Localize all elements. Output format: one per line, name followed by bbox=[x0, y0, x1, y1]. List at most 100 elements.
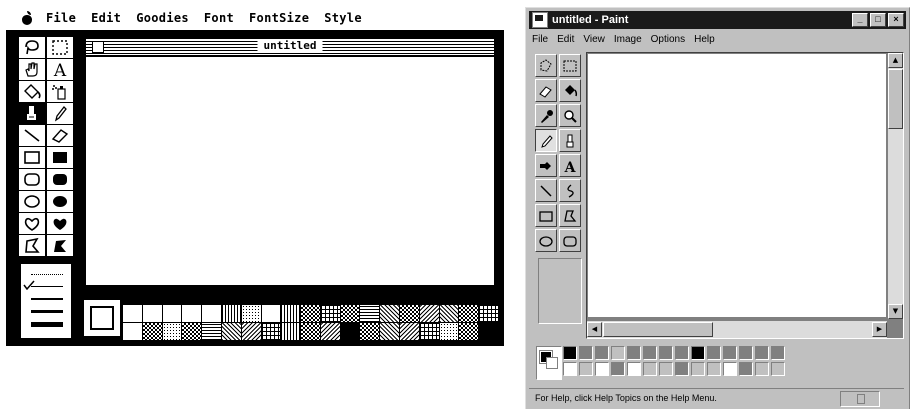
color-swatch[interactable] bbox=[643, 362, 657, 376]
pattern-swatch[interactable] bbox=[241, 305, 261, 322]
title-bar[interactable]: untitled - Paint _ □ × bbox=[529, 11, 906, 29]
color-swatch[interactable] bbox=[691, 346, 705, 360]
line-width-1[interactable] bbox=[31, 286, 63, 287]
tool-options-box[interactable] bbox=[538, 258, 582, 324]
polygon-icon[interactable] bbox=[559, 204, 581, 227]
color-swatch[interactable] bbox=[723, 362, 737, 376]
pattern-swatch[interactable] bbox=[221, 323, 241, 340]
pattern-swatch[interactable] bbox=[281, 323, 301, 340]
pattern-swatch[interactable] bbox=[182, 323, 202, 340]
pattern-swatch[interactable] bbox=[142, 323, 162, 340]
marquee-icon[interactable] bbox=[47, 37, 73, 58]
rect-select-icon[interactable] bbox=[559, 54, 581, 77]
rounded-rect-icon[interactable] bbox=[19, 169, 45, 190]
freeform-icon[interactable] bbox=[19, 213, 45, 234]
pattern-swatch[interactable] bbox=[439, 305, 459, 322]
line-width-2[interactable] bbox=[31, 298, 63, 300]
spray-can-icon[interactable] bbox=[47, 81, 73, 102]
menu-help[interactable]: Help bbox=[694, 34, 715, 50]
mac-title-bar[interactable]: untitled bbox=[86, 39, 494, 57]
color-swatch[interactable] bbox=[563, 346, 577, 360]
color-swatch[interactable] bbox=[707, 346, 721, 360]
horizontal-scrollbar[interactable]: ◀ ▶ bbox=[587, 321, 887, 338]
color-swatch[interactable] bbox=[755, 362, 769, 376]
pattern-swatch[interactable] bbox=[162, 305, 182, 322]
pattern-swatch[interactable] bbox=[419, 305, 439, 322]
maximize-button[interactable]: □ bbox=[870, 13, 886, 27]
pattern-swatch[interactable] bbox=[320, 323, 340, 340]
color-swatch[interactable] bbox=[659, 362, 673, 376]
hand-icon[interactable] bbox=[19, 59, 45, 80]
pattern-swatch[interactable] bbox=[439, 323, 459, 340]
menu-view[interactable]: View bbox=[583, 34, 605, 50]
pencil-icon[interactable] bbox=[535, 129, 557, 152]
color-swatch[interactable] bbox=[675, 362, 689, 376]
rectangle-icon[interactable] bbox=[535, 204, 557, 227]
line-width-selector[interactable] bbox=[21, 264, 71, 338]
pattern-swatch[interactable] bbox=[301, 323, 320, 340]
menu-image[interactable]: Image bbox=[614, 34, 642, 50]
pattern-swatch[interactable] bbox=[419, 323, 439, 340]
color-swatch[interactable] bbox=[755, 346, 769, 360]
vertical-scrollbar[interactable]: ▲ ▼ bbox=[888, 53, 903, 319]
brush-icon[interactable] bbox=[559, 129, 581, 152]
pattern-swatch[interactable] bbox=[380, 323, 400, 340]
line-width-dotted[interactable] bbox=[31, 274, 63, 276]
horizontal-scroll-thumb[interactable] bbox=[603, 322, 713, 337]
airbrush-icon[interactable] bbox=[535, 154, 557, 177]
pattern-swatch[interactable] bbox=[301, 305, 320, 322]
color-swatch[interactable] bbox=[579, 346, 593, 360]
magnifier-icon[interactable] bbox=[559, 104, 581, 127]
color-swatch[interactable] bbox=[739, 362, 753, 376]
pencil-icon[interactable] bbox=[47, 103, 73, 124]
pattern-swatch[interactable] bbox=[281, 305, 301, 322]
filled-polygon-icon[interactable] bbox=[47, 235, 73, 256]
rectangle-icon[interactable] bbox=[19, 147, 45, 168]
text-tool-icon[interactable]: A bbox=[47, 59, 73, 80]
pattern-swatch[interactable] bbox=[320, 305, 340, 322]
pattern-swatch[interactable] bbox=[459, 305, 479, 322]
mac-drawing-canvas[interactable] bbox=[86, 57, 494, 285]
color-swatch[interactable] bbox=[675, 346, 689, 360]
filled-rectangle-icon[interactable] bbox=[47, 147, 73, 168]
menu-file[interactable]: File bbox=[532, 34, 548, 50]
pattern-swatch[interactable] bbox=[261, 323, 281, 340]
scroll-down-icon[interactable]: ▼ bbox=[888, 304, 903, 319]
scroll-up-icon[interactable]: ▲ bbox=[888, 53, 903, 68]
color-swatch[interactable] bbox=[771, 346, 785, 360]
color-swatch[interactable] bbox=[707, 362, 721, 376]
color-swatch[interactable] bbox=[739, 346, 753, 360]
pattern-swatch[interactable] bbox=[261, 305, 281, 322]
pattern-swatch[interactable] bbox=[123, 305, 142, 322]
bucket-icon[interactable] bbox=[19, 81, 45, 102]
menu-options[interactable]: Options bbox=[651, 34, 685, 50]
lasso-icon[interactable] bbox=[19, 37, 45, 58]
color-swatch[interactable] bbox=[611, 362, 625, 376]
close-box-icon[interactable] bbox=[92, 41, 104, 53]
color-swatch[interactable] bbox=[643, 346, 657, 360]
pattern-swatch[interactable] bbox=[340, 305, 360, 322]
color-swatch[interactable] bbox=[659, 346, 673, 360]
color-swatch[interactable] bbox=[595, 346, 609, 360]
pattern-swatch[interactable] bbox=[479, 305, 498, 322]
polygon-icon[interactable] bbox=[19, 235, 45, 256]
pattern-swatch[interactable] bbox=[400, 323, 419, 340]
close-button[interactable]: × bbox=[888, 13, 904, 27]
pattern-swatch[interactable] bbox=[202, 323, 221, 340]
pattern-swatch[interactable] bbox=[162, 323, 182, 340]
pattern-swatch[interactable] bbox=[241, 323, 261, 340]
menu-font[interactable]: Font bbox=[204, 11, 234, 25]
pattern-swatch[interactable] bbox=[360, 305, 380, 322]
menu-fontsize[interactable]: FontSize bbox=[249, 11, 309, 25]
ellipse-icon[interactable] bbox=[535, 229, 557, 252]
line-width-4[interactable] bbox=[31, 322, 63, 327]
color-swatch[interactable] bbox=[771, 362, 785, 376]
pattern-swatch[interactable] bbox=[123, 323, 142, 340]
menu-edit[interactable]: Edit bbox=[557, 34, 574, 50]
paint-app-icon[interactable] bbox=[532, 12, 548, 28]
line-icon[interactable] bbox=[19, 125, 45, 146]
pattern-swatch[interactable] bbox=[202, 305, 221, 322]
color-swatch[interactable] bbox=[611, 346, 625, 360]
color-swatch[interactable] bbox=[627, 362, 641, 376]
filled-rounded-rect-icon[interactable] bbox=[47, 169, 73, 190]
